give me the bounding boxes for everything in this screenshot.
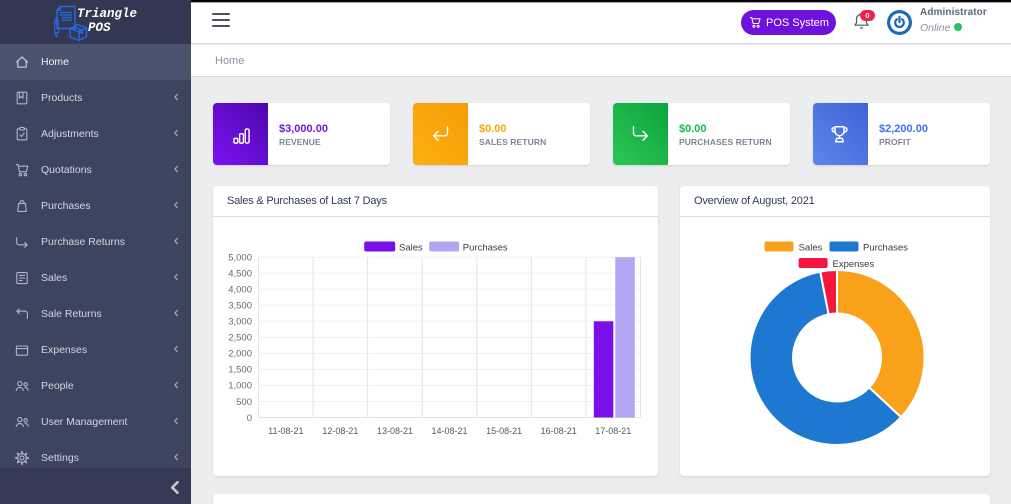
svg-text:3,000: 3,000 <box>228 317 252 328</box>
svg-text:2,500: 2,500 <box>228 333 252 344</box>
svg-text:11-08-21: 11-08-21 <box>268 426 303 436</box>
svg-text:12-08-21: 12-08-21 <box>322 426 358 436</box>
svg-text:Expenses: Expenses <box>833 259 875 270</box>
svg-text:Purchases: Purchases <box>863 243 908 254</box>
svg-text:Sales: Sales <box>399 243 423 254</box>
svg-text:500: 500 <box>236 397 252 408</box>
svg-text:13-08-21: 13-08-21 <box>377 426 413 436</box>
svg-text:2,000: 2,000 <box>228 349 252 360</box>
svg-text:4,500: 4,500 <box>228 269 252 280</box>
svg-text:0: 0 <box>247 413 252 424</box>
svg-text:5,000: 5,000 <box>228 253 252 264</box>
svg-text:3,500: 3,500 <box>228 301 252 312</box>
svg-text:4,000: 4,000 <box>228 285 252 296</box>
svg-text:14-08-21: 14-08-21 <box>431 426 467 436</box>
svg-text:17-08-21: 17-08-21 <box>595 426 631 436</box>
svg-text:15-08-21: 15-08-21 <box>486 426 522 436</box>
svg-text:1,000: 1,000 <box>228 381 252 392</box>
svg-text:Sales: Sales <box>799 243 823 254</box>
svg-text:Purchases: Purchases <box>463 243 508 254</box>
svg-text:16-08-21: 16-08-21 <box>541 426 577 436</box>
svg-text:1,500: 1,500 <box>228 365 252 376</box>
